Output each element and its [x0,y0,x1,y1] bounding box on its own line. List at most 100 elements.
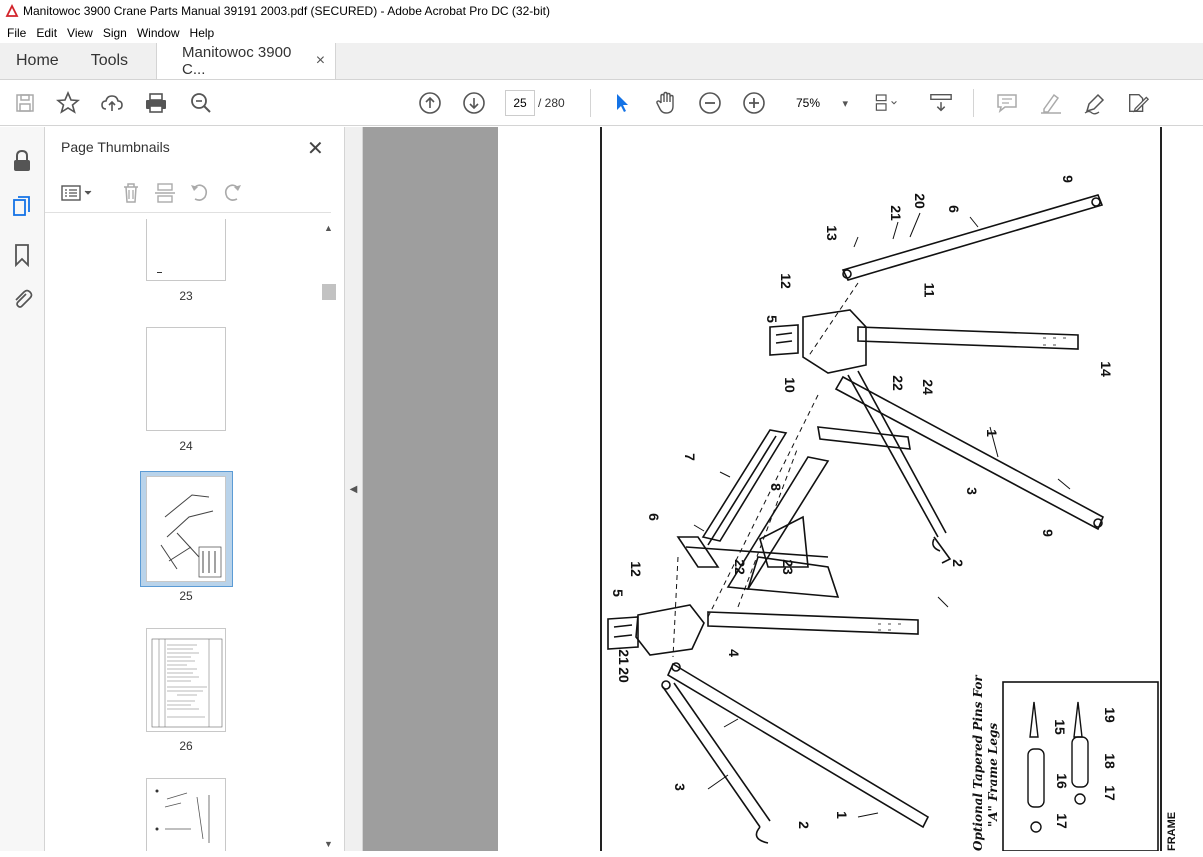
upload-cloud-icon[interactable] [100,91,124,115]
document-viewer[interactable]: 9 6 20 21 13 11 12 5 22 24 14 10 1 7 3 8… [363,127,1203,851]
window-title: Manitowoc 3900 Crane Parts Manual 39191 … [23,4,550,18]
tab-document[interactable]: Manitowoc 3900 C... × [156,43,337,79]
thumbnail-page[interactable] [146,219,226,281]
thumbnail-diagram-preview [160,494,222,578]
insert-pages-icon[interactable] [153,181,177,205]
thumbnail-page[interactable] [146,628,226,732]
callout-label: 14 [1097,361,1114,377]
rotate-counterclockwise-icon[interactable] [187,181,211,205]
tab-close-button[interactable]: × [316,52,325,70]
callout-label: 23 [779,559,796,575]
page-display-icon[interactable] [874,91,898,115]
thumbnail-page-current[interactable] [146,476,226,582]
menu-file[interactable]: File [7,26,26,40]
zoom-level-value: 75% [796,96,821,110]
menu-window[interactable]: Window [137,26,180,40]
thumbnail-label: 26 [179,739,193,753]
rotate-clockwise-icon[interactable] [221,181,245,205]
next-page-icon[interactable] [462,91,486,115]
scrolling-mode-icon[interactable] [929,91,953,115]
callout-label: 2 [795,821,812,829]
callout-label: 16 [1053,773,1070,789]
callout-label: 21 [615,649,632,665]
comment-icon[interactable] [995,91,1019,115]
tab-home[interactable]: Home [0,43,75,79]
hand-tool-icon[interactable] [654,91,678,115]
thumbnail-page[interactable] [146,778,226,851]
save-icon[interactable] [13,91,37,115]
menu-help[interactable]: Help [190,26,215,40]
callout-label: 11 [921,282,938,298]
attachment-icon[interactable] [10,287,34,311]
callout-label: 5 [763,315,780,323]
callout-label: 7 [681,453,698,461]
tab-tools[interactable]: Tools [75,43,144,79]
star-icon[interactable] [56,91,80,115]
scrollbar-thumb[interactable] [322,284,336,300]
close-panel-button[interactable]: ✕ [307,136,324,161]
toolbar-separator [590,89,591,117]
toolbar [0,80,1203,126]
find-zoom-icon[interactable] [189,91,213,115]
toolbar-separator [973,89,974,117]
thumbnails-scrollbar[interactable]: ▲ ▼ [321,219,336,851]
lock-icon[interactable] [10,149,34,173]
panel-toolbar [45,173,331,213]
menu-view[interactable]: View [67,26,93,40]
callout-label: 15 [1051,719,1068,735]
callout-label: 3 [671,783,688,791]
chevron-down-icon: ▾ [842,97,848,110]
previous-page-icon[interactable] [418,91,442,115]
callout-label: 1 [983,429,1000,437]
callout-label: 24 [919,379,936,395]
callout-label: 9 [1059,175,1076,183]
callout-label: 12 [627,561,644,577]
callout-label: 9 [1039,529,1056,537]
exploded-parts-diagram [607,194,1159,851]
zoom-out-icon[interactable] [698,91,722,115]
menu-edit[interactable]: Edit [36,26,57,40]
callout-label: 2 [949,559,966,567]
edit-document-icon[interactable] [1126,91,1150,115]
scroll-up-arrow-icon[interactable]: ▲ [324,223,333,233]
thumbnails-panel: Page Thumbnails ✕ 23 24 25 26 ▲ ▼ [45,127,345,851]
trash-icon[interactable] [119,181,143,205]
menu-sign[interactable]: Sign [103,26,127,40]
thumbnail-table-preview [151,638,223,728]
bookmark-icon[interactable] [10,243,34,267]
callout-label: 18 [1101,753,1118,769]
callout-label: 20 [911,193,928,209]
callout-label: 21 [887,205,904,221]
frame-label: FRAME [1166,811,1178,851]
callout-label: 10 [781,377,798,393]
callout-label: 17 [1053,813,1070,829]
callout-label: 4 [725,649,742,657]
scroll-down-arrow-icon[interactable]: ▼ [324,839,333,849]
thumbnail-page[interactable] [146,327,226,431]
panel-title: Page Thumbnails [61,139,170,155]
inset-caption-line-1: Optional Tapered Pins For [971,675,985,851]
thumbnail-label: 25 [179,589,193,603]
sign-pen-icon[interactable] [1083,91,1107,115]
zoom-in-icon[interactable] [742,91,766,115]
chevron-left-icon: ◀ [349,483,358,495]
menu-bar: File Edit View Sign Window Help [0,22,1203,43]
select-cursor-icon[interactable] [610,91,634,115]
zoom-level-select[interactable]: 75% ▾ [784,90,854,116]
callout-label: 22 [889,375,906,391]
highlight-pen-icon[interactable] [1039,91,1063,115]
callout-label: 6 [645,513,662,521]
page-thumbnails-icon[interactable] [10,195,34,219]
callout-label: 8 [767,483,784,491]
navigation-rail [0,127,45,851]
print-icon[interactable] [144,91,168,115]
thumbnail-options-icon[interactable] [61,181,95,205]
callout-label: 17 [1101,785,1118,801]
pdf-page: 9 6 20 21 13 11 12 5 22 24 14 10 1 7 3 8… [498,127,1203,851]
callout-label: 13 [823,225,840,241]
page-total: / 280 [538,96,565,110]
page-number-input[interactable]: 25 [505,90,535,116]
collapse-panel-handle[interactable]: ◀ [345,127,363,851]
callout-label: 20 [615,667,632,683]
inset-caption-line-2: "A" Frame Legs [986,722,1000,827]
